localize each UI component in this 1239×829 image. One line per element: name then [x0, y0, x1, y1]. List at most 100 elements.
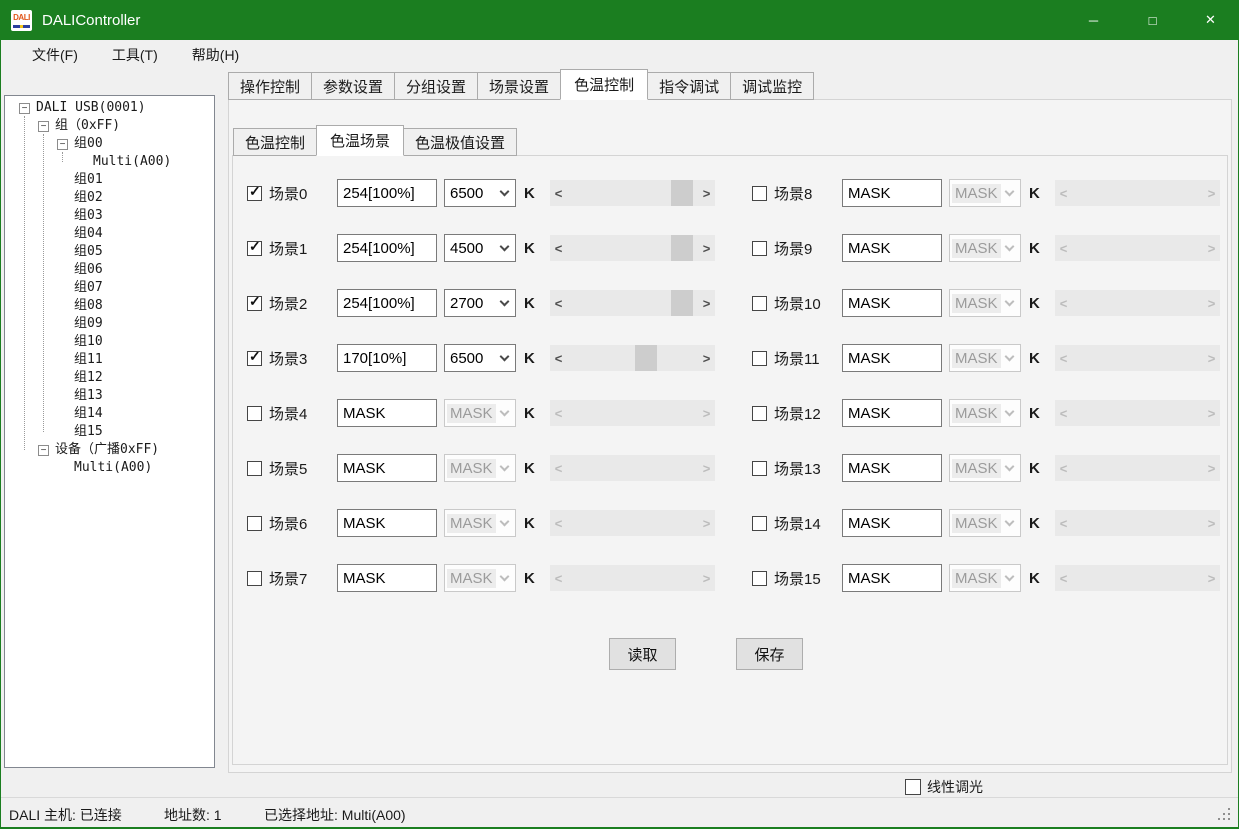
menu-tools[interactable]: 工具(T): [106, 42, 164, 68]
kelvin-combo[interactable]: 4500: [444, 234, 516, 262]
maximize-icon[interactable]: □: [1123, 0, 1182, 40]
tree-item[interactable]: 组04: [5, 225, 214, 243]
scene-level-input[interactable]: [337, 509, 437, 537]
close-icon[interactable]: ✕: [1182, 0, 1239, 40]
scene-level-input[interactable]: [842, 289, 942, 317]
tab-4[interactable]: 色温控制: [560, 69, 648, 100]
kelvin-combo[interactable]: 2700: [444, 289, 516, 317]
menu-file[interactable]: 文件(F): [26, 42, 84, 68]
scroll-track[interactable]: [567, 180, 698, 206]
tree-item[interactable]: 组09: [5, 315, 214, 333]
scene-checkbox[interactable]: [752, 351, 767, 366]
tab-3[interactable]: 场景设置: [477, 72, 561, 100]
tab-0[interactable]: 操作控制: [228, 72, 312, 100]
minimize-icon[interactable]: ─: [1064, 0, 1123, 40]
tree-item[interactable]: 组11: [5, 351, 214, 369]
scene-checkbox[interactable]: [752, 571, 767, 586]
tree-item[interactable]: −DALI USB(0001): [5, 99, 214, 117]
scene-checkbox[interactable]: [752, 461, 767, 476]
scroll-right-icon[interactable]: >: [698, 345, 715, 371]
scroll-left-icon[interactable]: <: [550, 235, 567, 261]
scroll-left-icon[interactable]: <: [550, 180, 567, 206]
scene-checkbox[interactable]: ✓: [247, 296, 262, 311]
scroll-right-icon[interactable]: >: [698, 290, 715, 316]
scroll-track[interactable]: [567, 235, 698, 261]
tree-item[interactable]: 组07: [5, 279, 214, 297]
kelvin-combo[interactable]: 6500: [444, 179, 516, 207]
scene-checkbox[interactable]: [247, 406, 262, 421]
subtab-0[interactable]: 色温控制: [233, 128, 317, 156]
scroll-thumb[interactable]: [671, 235, 693, 261]
scene-level-input[interactable]: [337, 454, 437, 482]
scroll-right-icon[interactable]: >: [698, 235, 715, 261]
tab-5[interactable]: 指令调试: [647, 72, 731, 100]
tree-item[interactable]: 组08: [5, 297, 214, 315]
scene-level-input[interactable]: [842, 454, 942, 482]
resize-grip-icon[interactable]: [1216, 808, 1230, 822]
scroll-left-icon[interactable]: <: [550, 290, 567, 316]
scene-scrollbar[interactable]: <>: [550, 235, 715, 261]
scene-level-input[interactable]: [337, 179, 437, 207]
scene-level-input[interactable]: [337, 564, 437, 592]
tree-item[interactable]: 组13: [5, 387, 214, 405]
scene-level-input[interactable]: [842, 399, 942, 427]
read-button[interactable]: 读取: [609, 638, 676, 670]
tree-item[interactable]: 组10: [5, 333, 214, 351]
tree-item[interactable]: 组05: [5, 243, 214, 261]
tree-item[interactable]: 组01: [5, 171, 214, 189]
scene-level-input[interactable]: [842, 179, 942, 207]
tree-item[interactable]: −组00: [5, 135, 214, 153]
scene-checkbox[interactable]: [247, 516, 262, 531]
scroll-left-icon[interactable]: <: [550, 345, 567, 371]
scene-checkbox[interactable]: [752, 241, 767, 256]
scene-level-input[interactable]: [842, 234, 942, 262]
scene-scrollbar[interactable]: <>: [550, 180, 715, 206]
tree-item[interactable]: 组12: [5, 369, 214, 387]
tree-collapse-icon[interactable]: −: [19, 103, 30, 114]
tree-item[interactable]: 组02: [5, 189, 214, 207]
tree-item[interactable]: Multi(A00): [5, 153, 214, 171]
scene-level-input[interactable]: [842, 344, 942, 372]
scene-level-input[interactable]: [337, 399, 437, 427]
scroll-thumb[interactable]: [671, 180, 693, 206]
scene-checkbox[interactable]: [247, 461, 262, 476]
tree-item[interactable]: 组15: [5, 423, 214, 441]
scene-level-input[interactable]: [842, 564, 942, 592]
tree-item[interactable]: −设备（广播0xFF): [5, 441, 214, 459]
scene-level-input[interactable]: [337, 344, 437, 372]
tree-item[interactable]: 组14: [5, 405, 214, 423]
tree-item[interactable]: −组（0xFF): [5, 117, 214, 135]
scene-level-input[interactable]: [337, 234, 437, 262]
scene-checkbox[interactable]: ✓: [247, 241, 262, 256]
subtab-1[interactable]: 色温场景: [316, 125, 404, 156]
tab-6[interactable]: 调试监控: [730, 72, 814, 100]
scroll-right-icon[interactable]: >: [698, 180, 715, 206]
tree-item[interactable]: 组03: [5, 207, 214, 225]
scene-checkbox[interactable]: ✓: [247, 186, 262, 201]
scene-level-input[interactable]: [337, 289, 437, 317]
linear-dimming-checkbox[interactable]: [905, 779, 921, 795]
scene-scrollbar[interactable]: <>: [550, 290, 715, 316]
scene-checkbox[interactable]: [752, 516, 767, 531]
tree-item[interactable]: 组06: [5, 261, 214, 279]
menu-help[interactable]: 帮助(H): [186, 42, 245, 68]
scene-checkbox[interactable]: [752, 186, 767, 201]
scene-checkbox[interactable]: [752, 296, 767, 311]
scene-level-input[interactable]: [842, 509, 942, 537]
scroll-track[interactable]: [567, 290, 698, 316]
tab-2[interactable]: 分组设置: [394, 72, 478, 100]
save-button[interactable]: 保存: [736, 638, 803, 670]
subtab-2[interactable]: 色温极值设置: [403, 128, 517, 156]
scene-checkbox[interactable]: [247, 571, 262, 586]
tab-1[interactable]: 参数设置: [311, 72, 395, 100]
scene-scrollbar[interactable]: <>: [550, 345, 715, 371]
tree-collapse-icon[interactable]: −: [38, 445, 49, 456]
scroll-thumb[interactable]: [671, 290, 693, 316]
tree-item[interactable]: Multi(A00): [5, 459, 214, 477]
scroll-thumb[interactable]: [635, 345, 657, 371]
tree-collapse-icon[interactable]: −: [57, 139, 68, 150]
kelvin-combo[interactable]: 6500: [444, 344, 516, 372]
scene-checkbox[interactable]: [752, 406, 767, 421]
tree-collapse-icon[interactable]: −: [38, 121, 49, 132]
scene-checkbox[interactable]: ✓: [247, 351, 262, 366]
